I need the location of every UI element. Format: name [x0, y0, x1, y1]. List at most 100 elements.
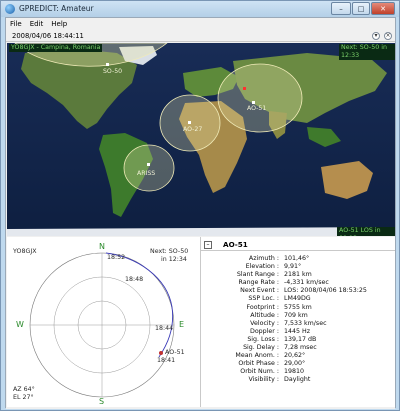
sat-track: [105, 252, 174, 358]
info-key: Doppler :: [249, 327, 279, 335]
sat-name: AO-51: [223, 240, 248, 249]
polar-qth: YO8GJX: [13, 248, 37, 255]
ariss-marker: [147, 163, 150, 166]
info-key: Sig. Loss :: [247, 335, 279, 343]
info-row: Range Rate : -4,331 km/sec: [201, 279, 395, 287]
info-value: 7,28 msec: [284, 344, 317, 352]
polar-next: Next: SO-50: [150, 248, 189, 255]
info-key: Footprint :: [246, 303, 280, 311]
title-bar[interactable]: GPREDICT: Amateur – □ ✕: [1, 1, 399, 17]
info-key: Sig. Delay :: [243, 344, 279, 352]
close-button[interactable]: ✕: [371, 2, 395, 15]
qth-marker: [243, 87, 246, 90]
info-row: Slant Range : 2181 km: [201, 271, 395, 279]
sat-label-so-50[interactable]: SO-50: [103, 68, 122, 75]
info-row: Elevation : 9,91°: [201, 263, 395, 271]
sat-info-panel: – AO-51 Azimuth : 101,46° Elevation : 9,91…: [200, 237, 395, 407]
polar-north: N: [99, 242, 105, 251]
info-value: 29,00°: [284, 360, 306, 368]
info-row: Orbit Num. : 19810: [201, 368, 395, 376]
info-value: 709 km: [284, 311, 308, 319]
menu-edit[interactable]: Edit: [26, 20, 48, 28]
sat-info-header: – AO-51: [201, 239, 395, 251]
info-row: Footprint : 5755 km: [201, 304, 395, 312]
menu-bar: File Edit Help: [6, 18, 395, 30]
info-value: Daylight: [284, 376, 311, 384]
sat-label-ariss[interactable]: ARISS: [137, 170, 155, 177]
menu-help[interactable]: Help: [47, 20, 71, 28]
window-title: GPREDICT: Amateur: [19, 4, 94, 13]
sat-info-list: Azimuth : 101,46° Elevation : 9,91° Slant …: [201, 255, 395, 385]
info-value: LOS: 2008/04/06 18:53:25: [284, 287, 367, 295]
info-key: Orbit Phase :: [238, 360, 279, 368]
map-status: AO-51 LOS in 09:13: [337, 227, 395, 236]
info-key: Mean Anom. :: [235, 352, 279, 360]
track-time-3: 18:44: [155, 325, 174, 332]
info-row: Doppler : 1445 Hz: [201, 328, 395, 336]
polar-next-in: in 12:34: [161, 256, 187, 263]
info-key: Orbit Num. :: [240, 368, 279, 376]
status-bar: [6, 407, 395, 409]
info-value: 9,91°: [284, 263, 302, 271]
globe-icon: [5, 4, 15, 14]
module-options-button[interactable]: ▾: [372, 32, 380, 40]
polar-azimuth: AZ 64°: [13, 386, 35, 393]
info-row: SSP Loc. : LM49DG: [201, 295, 395, 303]
ariss-footprint: [123, 144, 175, 192]
info-key: Range Rate :: [238, 279, 279, 287]
app-window: GPREDICT: Amateur – □ ✕ File Edit Help 2…: [0, 0, 400, 411]
ao-51-footprint: [217, 63, 303, 133]
map-qth-label: YO8GJX - Campina, Romania: [9, 44, 103, 52]
world-map[interactable]: YO8GJX - Campina, Romania Next: SO-50 in…: [7, 43, 395, 236]
info-key: Slant Range :: [236, 271, 279, 279]
polar-east: E: [179, 320, 185, 329]
map-next-event: Next: SO-50 in 12:33: [339, 44, 395, 60]
track-time-2: 18:48: [125, 276, 144, 283]
info-key: Elevation :: [245, 263, 279, 271]
info-value: 5755 km: [284, 303, 312, 311]
info-row: Orbit Phase : 29,00°: [201, 360, 395, 368]
info-key: SSP Loc. :: [248, 295, 279, 303]
info-value: 1445 Hz: [284, 327, 311, 335]
bottom-panels: YO8GJX Next: SO-50 in 12:34 N S E W 18:5…: [7, 237, 395, 407]
info-value: 101,46°: [284, 255, 310, 262]
info-key: Next Event :: [240, 287, 279, 295]
module-close-button[interactable]: ×: [384, 32, 392, 40]
info-value: LM49DG: [284, 295, 311, 303]
maximize-button[interactable]: □: [352, 2, 370, 15]
info-row: Next Event : LOS: 2008/04/06 18:53:25: [201, 287, 395, 295]
info-row: Azimuth : 101,46°: [201, 255, 395, 263]
info-row: Mean Anom. : 20,62°: [201, 352, 395, 360]
client-area: File Edit Help 2008/04/06 18:44:11 ▾ × Y…: [5, 17, 396, 409]
info-value: 20,62°: [284, 352, 306, 360]
sat-label-ao-51[interactable]: AO-51: [247, 105, 266, 112]
sat-label-ao-27[interactable]: AO-27: [183, 126, 202, 133]
info-row: Sig. Delay : 7,28 msec: [201, 344, 395, 352]
info-key: Visibility :: [248, 376, 279, 384]
info-row: Velocity : 7,533 km/sec: [201, 320, 395, 328]
polar-west: W: [16, 320, 24, 329]
map-canvas: [7, 43, 395, 236]
info-value: 19810: [284, 368, 305, 376]
minimize-button[interactable]: –: [331, 2, 351, 15]
info-value: -4,331 km/sec: [284, 279, 329, 287]
module-clock: 2008/04/06 18:44:11: [12, 32, 84, 40]
collapse-button[interactable]: –: [204, 241, 212, 249]
track-time-1: 18:52: [107, 254, 126, 261]
ao-27-marker: [188, 121, 191, 124]
ao-51-marker: [252, 101, 255, 104]
menu-file[interactable]: File: [6, 20, 26, 28]
polar-south: S: [99, 397, 105, 406]
info-row: Sig. Loss : 139,17 dB: [201, 336, 395, 344]
info-value: 2181 km: [284, 271, 312, 279]
info-row: Altitude : 709 km: [201, 312, 395, 320]
sat-position: [159, 351, 163, 355]
info-value: 7,533 km/sec: [284, 319, 327, 327]
info-row: Visibility : Daylight: [201, 376, 395, 384]
so-50-marker: [106, 63, 109, 66]
polar-sat-label: AO-51: [165, 349, 185, 356]
track-time-4: 18:41: [157, 357, 176, 364]
info-key: Altitude :: [250, 311, 279, 319]
info-key: Azimuth :: [248, 255, 279, 262]
polar-view[interactable]: YO8GJX Next: SO-50 in 12:34 N S E W 18:5…: [7, 237, 197, 407]
